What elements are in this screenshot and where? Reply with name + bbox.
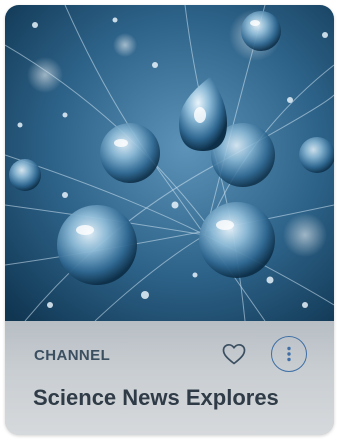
hero-image — [5, 5, 334, 321]
channel-card[interactable]: CHANNEL Science News Explores — [5, 5, 334, 435]
heart-outline-icon — [222, 343, 246, 365]
category-label: CHANNEL — [34, 347, 111, 364]
channel-title[interactable]: Science News Explores — [33, 385, 279, 411]
water-droplets-image — [5, 5, 334, 321]
more-options-button[interactable] — [271, 336, 307, 372]
vertical-ellipsis-icon — [287, 346, 291, 362]
favorite-button[interactable] — [219, 339, 249, 369]
card-footer: CHANNEL Science News Explores — [5, 321, 334, 435]
